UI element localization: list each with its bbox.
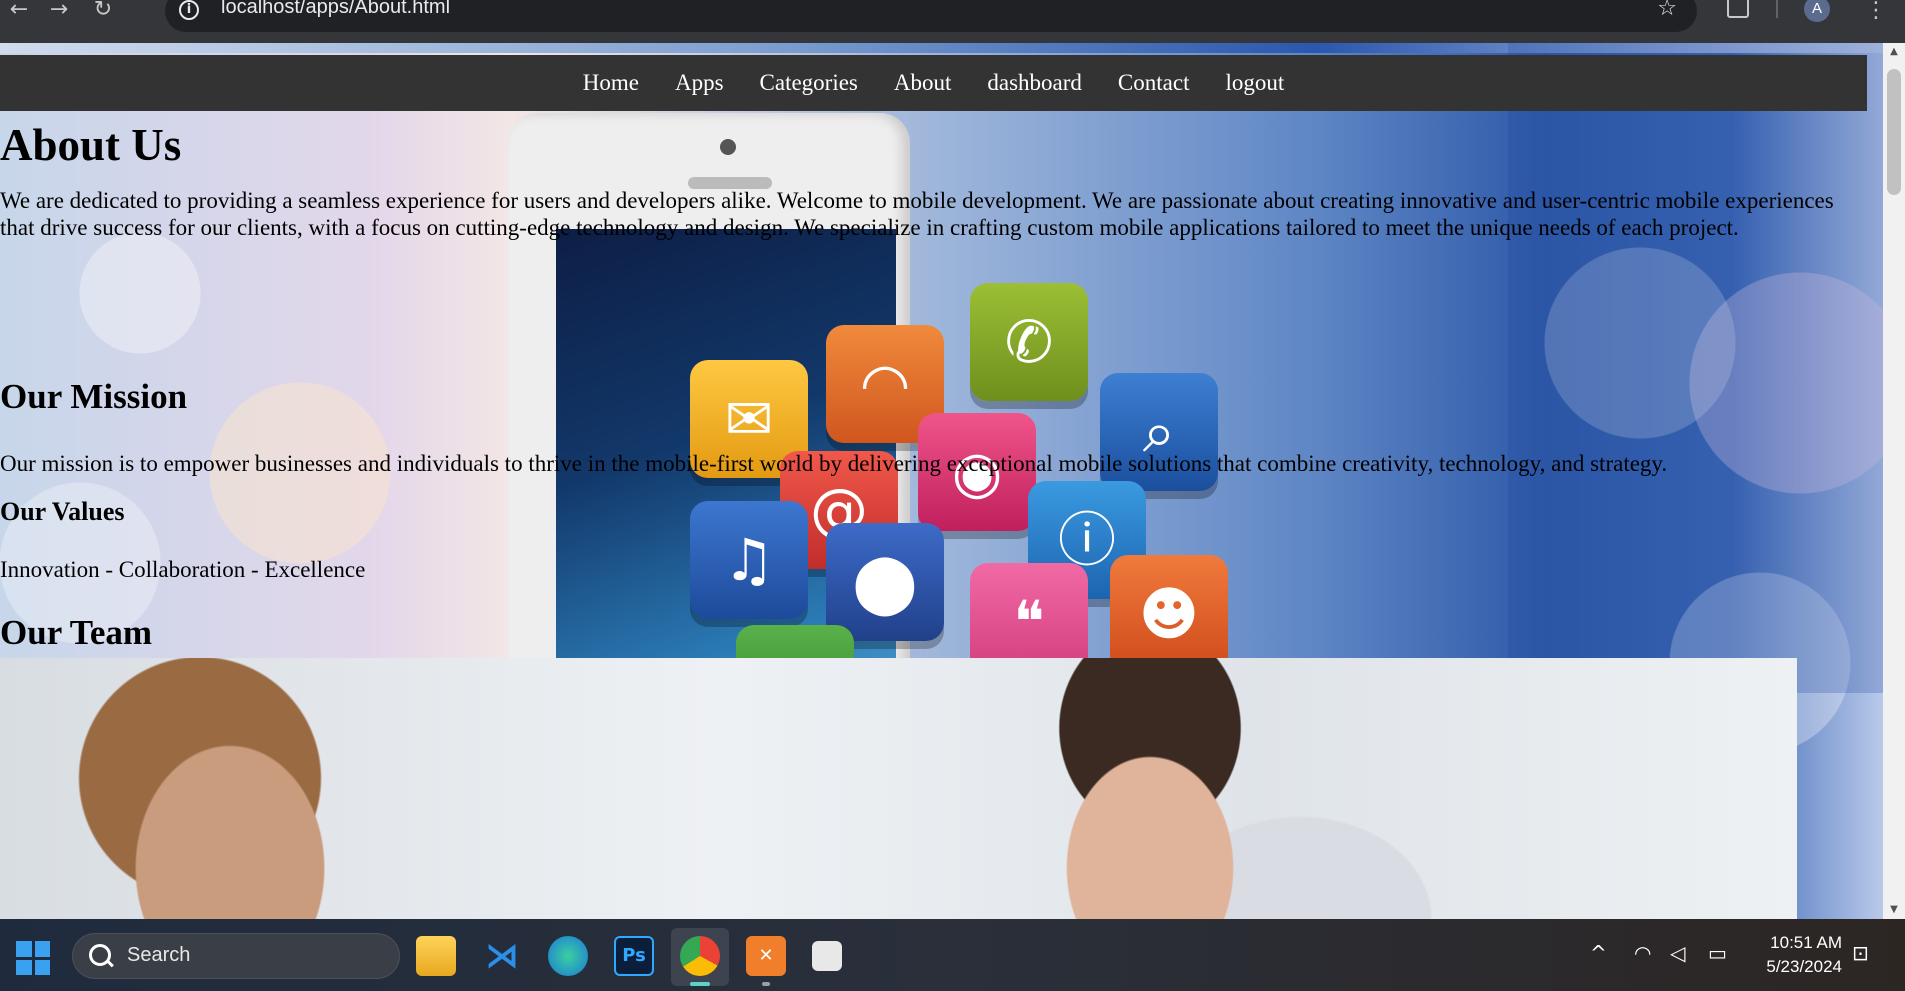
photoshop-icon[interactable]: Ps — [614, 936, 654, 976]
mission-paragraph: Our mission is to empower businesses and… — [0, 451, 1668, 476]
nav-dashboard[interactable]: dashboard — [969, 55, 1100, 111]
values-heading: Our Values — [0, 497, 125, 526]
file-explorer-icon[interactable] — [416, 936, 456, 976]
reload-icon[interactable]: ↻ — [88, 0, 118, 28]
scroll-down-icon[interactable]: ▼ — [1883, 901, 1905, 919]
taskbar-search[interactable]: Search — [72, 933, 400, 979]
chrome-running-indicator — [690, 982, 710, 986]
bookmark-star-icon[interactable]: ☆ — [1657, 0, 1677, 21]
mission-heading: Our Mission — [0, 377, 188, 416]
site-info-icon[interactable]: i — [179, 0, 199, 20]
music-icon: ♫ — [690, 501, 808, 619]
chrome-icon[interactable] — [680, 936, 720, 976]
search-label: Search — [127, 944, 191, 966]
phone-icon: ✆ — [970, 283, 1088, 401]
edge-icon[interactable] — [548, 936, 588, 976]
snipping-tool-icon[interactable] — [812, 941, 842, 971]
profile-avatar[interactable]: A — [1804, 0, 1830, 22]
toolbar-divider — [1776, 0, 1778, 18]
browser-menu-icon[interactable]: ⋮ — [1865, 0, 1887, 23]
contact-icon: ☻ — [1110, 555, 1228, 673]
nav-logout[interactable]: logout — [1207, 55, 1302, 111]
main-nav: Home Apps Categories About dashboard Con… — [0, 55, 1867, 111]
page-viewport: ✉ ◠ ✆ ⌕ @ ◉ ♫ ⬤ ⓘ ☻ ❝ Home Apps Categori… — [0, 43, 1883, 919]
clock-time: 10:51 AM — [1770, 933, 1842, 952]
xampp-icon[interactable]: ✕ — [746, 936, 786, 976]
windows-start-icon[interactable] — [16, 941, 50, 975]
page-scrollbar[interactable]: ▲ ▼ — [1883, 43, 1905, 919]
forward-icon[interactable]: → — [44, 0, 74, 28]
values-paragraph: Innovation - Collaboration - Excellence — [0, 557, 366, 582]
team-heading: Our Team — [0, 613, 153, 652]
vscode-icon[interactable]: ⋊ — [482, 936, 522, 976]
address-bar[interactable]: i localhost/apps/About.html ☆ — [165, 0, 1697, 32]
volume-icon[interactable]: ◁ — [1670, 941, 1685, 965]
nav-about[interactable]: About — [876, 55, 970, 111]
phone-camera — [720, 139, 736, 155]
search-icon — [89, 944, 111, 966]
extensions-icon[interactable] — [1727, 0, 1749, 18]
background-panel — [1508, 43, 1883, 693]
scrollbar-thumb[interactable] — [1887, 69, 1901, 195]
location-icon: ⬤ — [826, 523, 944, 641]
url-text[interactable]: localhost/apps/About.html — [221, 0, 450, 19]
tray-chevron-icon[interactable]: ^ — [1590, 941, 1607, 965]
page-title: About Us — [0, 120, 182, 170]
browser-toolbar: ← → ↻ i localhost/apps/About.html ☆ A ⋮ — [0, 0, 1905, 43]
nav-categories[interactable]: Categories — [742, 55, 876, 111]
scroll-up-icon[interactable]: ▲ — [1883, 43, 1905, 61]
taskbar: Search ⋊ Ps ✕ ^ ◠ ◁ ▭ 10:51 AM 5/23/2024… — [0, 919, 1905, 991]
intro-paragraph: We are dedicated to providing a seamless… — [0, 188, 1834, 240]
clock-date: 5/23/2024 — [1766, 957, 1842, 976]
wifi-tray-icon[interactable]: ◠ — [1634, 941, 1651, 965]
back-icon[interactable]: ← — [4, 0, 34, 28]
xampp-running-indicator — [762, 982, 770, 986]
notifications-icon[interactable]: ⊡ — [1852, 941, 1869, 965]
team-photo — [0, 658, 1797, 919]
nav-home[interactable]: Home — [565, 55, 657, 111]
battery-icon[interactable]: ▭ — [1708, 941, 1727, 965]
nav-apps[interactable]: Apps — [657, 55, 742, 111]
nav-contact[interactable]: Contact — [1100, 55, 1208, 111]
system-clock[interactable]: 10:51 AM 5/23/2024 — [1746, 931, 1842, 979]
